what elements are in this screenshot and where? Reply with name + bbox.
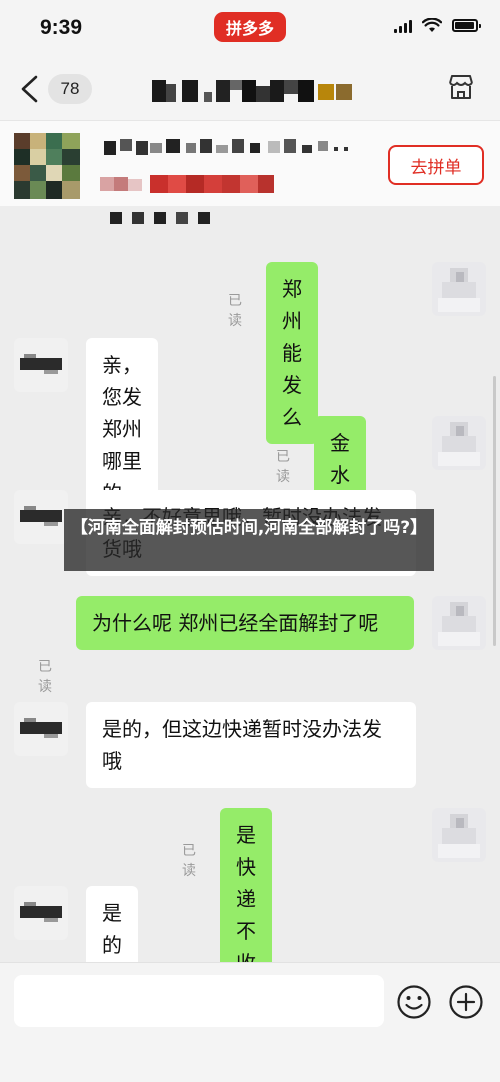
chat-header: 78 <box>0 58 500 120</box>
read-receipt: 已读 <box>228 293 242 329</box>
chat-message-list[interactable]: 已读 郑州能发么 亲，您发郑州哪里的呢? 已读 金水区 <box>0 206 500 1054</box>
product-thumbnail[interactable] <box>14 133 80 199</box>
chevron-left-icon[interactable] <box>18 74 40 104</box>
plus-circle-icon[interactable] <box>448 984 484 1020</box>
wifi-icon <box>422 18 442 32</box>
message-bubble-sent[interactable]: 郑州能发么 <box>266 262 318 444</box>
app-name-badge: 拼多多 <box>214 12 286 42</box>
merchant-avatar[interactable] <box>14 702 68 756</box>
message-bubble-sent[interactable]: 为什么呢 郑州已经全面解封了呢 <box>76 596 414 650</box>
status-bar: 9:39 拼多多 <box>0 0 500 58</box>
shop-name-mosaic <box>152 80 352 102</box>
self-avatar[interactable] <box>432 596 486 650</box>
read-receipt: 已读 <box>182 843 196 879</box>
message-input[interactable] <box>14 975 384 1027</box>
group-buy-button[interactable]: 去拼单 <box>388 145 484 185</box>
status-time: 9:39 <box>40 16 83 39</box>
emoji-smile-icon[interactable] <box>396 984 432 1020</box>
battery-icon <box>452 19 481 32</box>
self-avatar[interactable] <box>432 262 486 316</box>
read-receipt: 已读 <box>38 659 52 695</box>
unread-count-badge[interactable]: 78 <box>48 74 92 104</box>
read-receipt: 已读 <box>276 449 290 485</box>
merchant-avatar[interactable] <box>14 886 68 940</box>
merchant-avatar[interactable] <box>14 490 68 544</box>
message-bubble-received[interactable]: 是的，但这边快递暂时没办法发哦 <box>86 702 416 788</box>
status-icons <box>394 18 481 33</box>
product-price-mosaic <box>100 175 274 193</box>
cell-signal-icon <box>394 19 412 33</box>
article-title-banner: 【河南全面解封预估时间,河南全部解封了吗?】 <box>64 509 434 571</box>
chat-scrollbar[interactable] <box>493 376 496 646</box>
self-avatar[interactable] <box>432 416 486 470</box>
self-avatar[interactable] <box>432 808 486 862</box>
input-bar <box>0 962 500 1082</box>
merchant-avatar[interactable] <box>14 338 68 392</box>
product-name-mosaic <box>104 139 348 155</box>
store-icon[interactable] <box>446 72 476 102</box>
product-card[interactable]: 去拼单 <box>0 120 500 206</box>
